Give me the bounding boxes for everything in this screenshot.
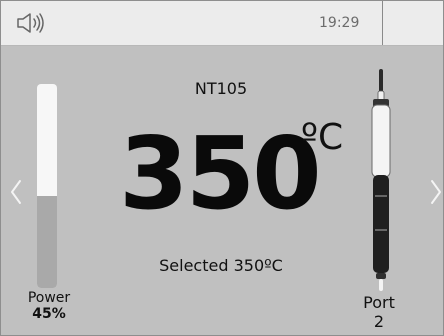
station-screen: 19:29 Power 45% NT105 350 ºC Selected 35… [0, 0, 444, 336]
chevron-left-icon[interactable] [7, 177, 25, 207]
clock-time: 19:29 [319, 15, 360, 31]
port-number: 2 [373, 312, 385, 331]
temperature-unit: ºC [301, 117, 344, 158]
status-bar: 19:29 [1, 1, 443, 46]
current-temperature: 350 [119, 115, 322, 232]
soldering-handpiece-icon [371, 69, 391, 291]
chevron-right-icon[interactable] [427, 177, 444, 207]
speaker-volume-icon[interactable] [15, 12, 47, 34]
selected-temperature: Selected 350ºC [159, 256, 283, 275]
power-level-fill [37, 196, 57, 288]
power-value: 45% [32, 306, 66, 322]
port-label: Port [363, 293, 395, 312]
status-divider [382, 1, 383, 45]
power-bar [37, 84, 57, 288]
tool-model-name: NT105 [194, 79, 248, 98]
power-label: Power [27, 290, 71, 306]
